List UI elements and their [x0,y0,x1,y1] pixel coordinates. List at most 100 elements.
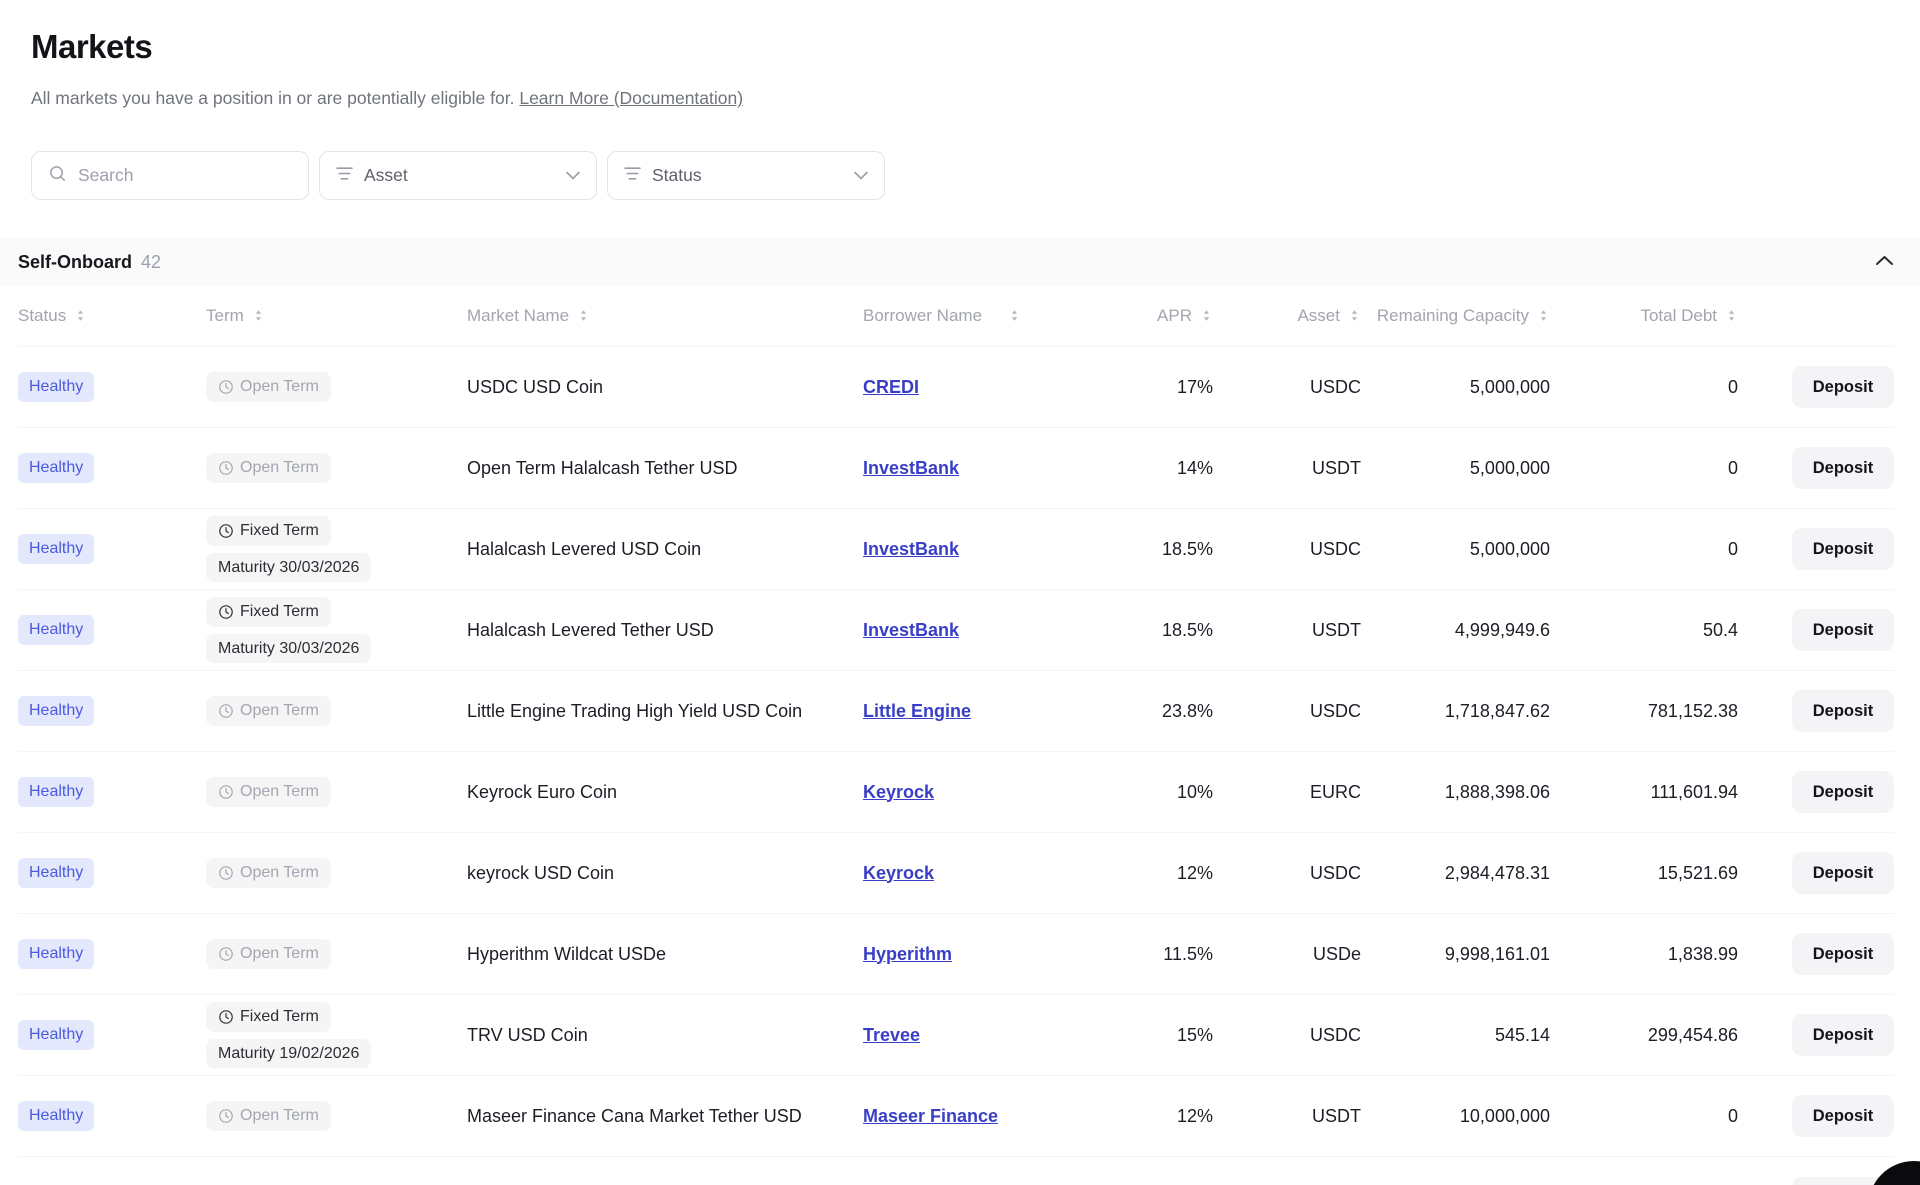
deposit-button[interactable]: Deposit [1792,528,1894,570]
status-cell: Healthy [18,696,206,726]
term-cell: Open Term [206,372,467,402]
chevron-down-icon [566,167,580,185]
learn-more-link[interactable]: Learn More (Documentation) [519,88,743,108]
remaining-capacity-value: 9,998,161.01 [1361,944,1550,965]
search-input[interactable]: Search [31,151,309,200]
status-badge: Healthy [18,615,94,645]
borrower-link[interactable]: Little Engine [863,701,971,721]
status-filter-dropdown[interactable]: Status [607,151,885,200]
term-cell: Fixed Term Maturity 19/02/2026 [206,1002,467,1068]
table-header-row: Status Term Market Name Borrower Name AP… [18,285,1894,347]
status-badge: Healthy [18,453,94,483]
column-header-term[interactable]: Term [206,306,467,326]
action-cell: Deposit [1738,771,1894,813]
action-cell: Deposit [1738,852,1894,894]
borrower-link[interactable]: Keyrock [863,782,934,802]
market-name: Little Engine Trading High Yield USD Coi… [467,701,863,722]
deposit-button[interactable]: Deposit [1792,366,1894,408]
deposit-button[interactable]: Deposit [1792,609,1894,651]
maturity-pill: Maturity 19/02/2026 [206,1039,371,1069]
clock-icon [218,460,234,476]
column-header-asset[interactable]: Asset [1213,306,1361,326]
term-cell: Fixed Term Maturity 30/03/2026 [206,597,467,663]
status-cell: Healthy [18,939,206,969]
borrower-cell: InvestBank [863,458,1113,479]
action-cell: Deposit [1738,366,1894,408]
status-cell: Healthy [18,615,206,645]
column-header-remaining-capacity[interactable]: Remaining Capacity [1361,306,1550,326]
sort-icon [74,309,87,322]
total-debt-value: 781,152.38 [1550,701,1738,722]
term-pill: Open Term [206,939,331,969]
status-badge: Healthy [18,534,94,564]
table-row: Healthy Open Term Maseer Finance Cana Ma… [18,1076,1894,1157]
table-row: Healthy Fixed Term Maturity 30/03/2026 H… [18,590,1894,671]
asset-value: EURC [1213,782,1361,803]
asset-filter-dropdown[interactable]: Asset [319,151,597,200]
action-cell: Deposit [1738,933,1894,975]
apr-value: 10% [1113,782,1213,803]
apr-value: 18.5% [1113,539,1213,560]
borrower-cell: CREDI [863,377,1113,398]
term-cell: Open Term [206,453,467,483]
clock-icon [218,703,234,719]
borrower-link[interactable]: CREDI [863,377,919,397]
status-badge: Healthy [18,858,94,888]
market-name: Open Term Halalcash Tether USD [467,458,863,479]
total-debt-value: 0 [1550,458,1738,479]
asset-value: USDC [1213,1025,1361,1046]
column-header-apr[interactable]: APR [1113,306,1213,326]
clock-icon [218,379,234,395]
term-pill: Open Term [206,372,331,402]
borrower-link[interactable]: InvestBank [863,458,959,478]
status-cell: Healthy [18,453,206,483]
total-debt-value: 0 [1550,1106,1738,1127]
column-header-market-name[interactable]: Market Name [467,306,863,326]
borrower-link[interactable]: Trevee [863,1025,920,1045]
column-header-total-debt[interactable]: Total Debt [1550,306,1738,326]
remaining-capacity-value: 1,718,847.62 [1361,701,1550,722]
borrower-link[interactable]: Keyrock [863,863,934,883]
deposit-button[interactable]: Deposit [1792,771,1894,813]
deposit-button[interactable]: Deposit [1792,933,1894,975]
market-name: Hyperithm Wildcat USDe [467,944,863,965]
borrower-cell: Little Engine [863,701,1113,722]
sort-icon [1537,309,1550,322]
deposit-button[interactable]: Deposit [1792,690,1894,732]
deposit-button[interactable]: Deposit [1792,852,1894,894]
table-row: Healthy Open Term Hyperithm Wildcat USDe… [18,914,1894,995]
remaining-capacity-value: 545.14 [1361,1025,1550,1046]
asset-filter-label: Asset [364,165,555,186]
chevron-up-icon[interactable] [1875,253,1894,271]
term-pill: Open Term [206,696,331,726]
column-header-borrower-name[interactable]: Borrower Name [863,306,1113,326]
column-header-status[interactable]: Status [18,306,206,326]
borrower-link[interactable]: Maseer Finance [863,1106,998,1126]
asset-value: USDC [1213,539,1361,560]
borrower-cell: Trevee [863,1025,1113,1046]
status-badge: Healthy [18,1020,94,1050]
deposit-button[interactable]: Deposit [1792,1014,1894,1056]
term-pill: Fixed Term [206,516,331,546]
borrower-link[interactable]: InvestBank [863,620,959,640]
action-cell: Deposit [1738,528,1894,570]
search-placeholder: Search [78,165,133,186]
clock-icon [218,784,234,800]
borrower-link[interactable]: Hyperithm [863,944,952,964]
borrower-link[interactable]: InvestBank [863,539,959,559]
deposit-button[interactable]: Deposit [1792,1095,1894,1137]
self-onboard-section-header[interactable]: Self-Onboard 42 [0,239,1920,285]
clock-icon [218,1108,234,1124]
search-icon [48,164,67,188]
market-name: Keyrock Euro Coin [467,782,863,803]
status-cell: Healthy [18,1101,206,1131]
table-row: Healthy Open Term Open Term Halalcash Te… [18,428,1894,509]
apr-value: 11.5% [1113,944,1213,965]
term-cell: Open Term [206,939,467,969]
asset-value: USDC [1213,701,1361,722]
status-badge: Healthy [18,777,94,807]
total-debt-value: 0 [1550,539,1738,560]
status-cell: Healthy [18,372,206,402]
sort-icon [1008,309,1021,322]
deposit-button[interactable]: Deposit [1792,447,1894,489]
